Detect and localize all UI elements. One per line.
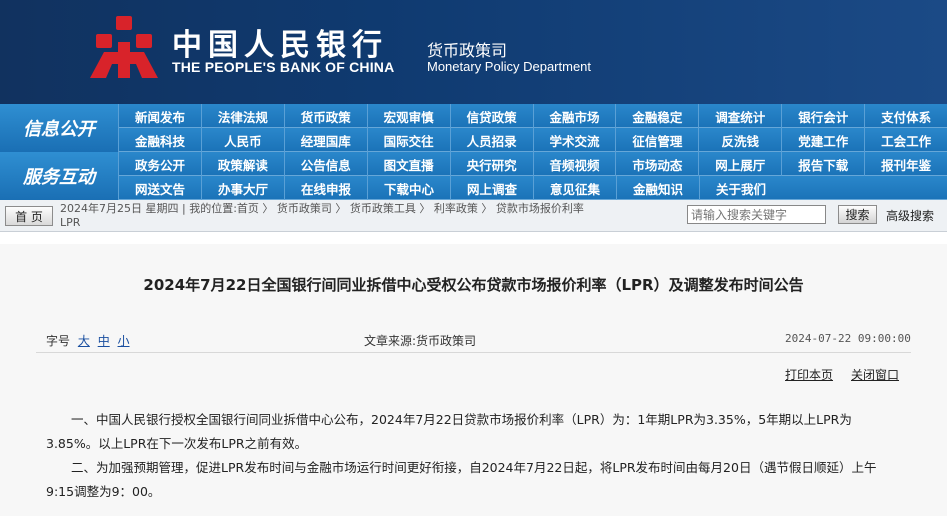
breadcrumb-item[interactable]: 利率政策 (434, 202, 478, 215)
article-date: 2024-07-22 09:00:00 (785, 332, 911, 345)
nav-item[interactable]: 政务公开 (118, 152, 201, 176)
article-source: 文章来源:货币政策司 (364, 334, 477, 348)
article-area: 2024年7月22日全国银行间同业拆借中心受权公布贷款市场报价利率（LPR）及调… (0, 244, 947, 516)
nav-item[interactable]: 政策解读 (200, 152, 284, 176)
breadcrumb-item[interactable]: 贷款市场报价利率 (496, 202, 584, 215)
bank-name-en: THE PEOPLE'S BANK OF CHINA (172, 59, 395, 75)
nav-item[interactable]: 金融稳定 (615, 104, 698, 128)
nav-item[interactable]: 网上展厅 (698, 152, 781, 176)
nav-item[interactable]: 反洗钱 (698, 128, 781, 152)
nav-item[interactable]: 关于我们 (699, 176, 782, 200)
nav-item[interactable]: 支付体系 (864, 104, 947, 128)
site-header: 中国人民银行 THE PEOPLE'S BANK OF CHINA 货币政策司 … (0, 0, 947, 104)
nav-item[interactable]: 报刊年鉴 (864, 152, 947, 176)
nav-item[interactable]: 意见征集 (533, 176, 616, 200)
nav-item[interactable]: 在线申报 (284, 176, 367, 200)
nav-item[interactable]: 信贷政策 (449, 104, 533, 128)
nav-item[interactable]: 党建工作 (781, 128, 864, 152)
home-button[interactable]: 首 页 (5, 206, 53, 226)
breadcrumb-item[interactable]: 货币政策工具 (350, 202, 416, 215)
nav-item[interactable]: 下载中心 (367, 176, 450, 200)
font-small-link[interactable]: 小 (118, 334, 130, 348)
article-paragraph: 二、为加强预期管理，促进LPR发布时间与金融市场运行时间更好衔接，自2024年7… (46, 460, 877, 499)
nav-item[interactable]: 市场动态 (615, 152, 698, 176)
search-input[interactable] (687, 205, 826, 224)
article-body: 一、中国人民银行授权全国银行间同业拆借中心公布，2024年7月22日贷款市场报价… (46, 408, 904, 504)
pboc-emblem-icon (90, 16, 158, 78)
font-medium-link[interactable]: 中 (98, 334, 110, 348)
nav-item[interactable]: 图文直播 (366, 152, 450, 176)
dept-name-en: Monetary Policy Department (427, 59, 592, 74)
nav-grid: 新闻发布 法律法规 货币政策 宏观审慎 信贷政策 金融市场 金融稳定 调查统计 … (118, 104, 947, 200)
nav-row-3: 政务公开 政策解读 公告信息 图文直播 央行研究 音频视频 市场动态 网上展厅 … (118, 152, 947, 176)
print-page-link[interactable]: 打印本页 (785, 366, 833, 383)
nav-label-service: 服务互动 (0, 152, 118, 200)
breadcrumb-item-tail[interactable]: LPR (60, 216, 80, 229)
close-window-link[interactable]: 关闭窗口 (851, 366, 899, 383)
current-date: 2024年7月25日 星期四 (60, 202, 179, 215)
nav-item[interactable]: 金融市场 (532, 104, 616, 128)
nav-item[interactable]: 学术交流 (532, 128, 616, 152)
search-button[interactable]: 搜索 (838, 205, 877, 224)
nav-item[interactable]: 人员招录 (449, 128, 533, 152)
nav-item[interactable]: 公告信息 (283, 152, 367, 176)
nav-item[interactable]: 货币政策 (283, 104, 367, 128)
breadcrumb-item[interactable]: 货币政策司 (277, 202, 332, 215)
nav-item[interactable]: 银行会计 (781, 104, 864, 128)
dept-name-cn: 货币政策司 (427, 41, 508, 60)
font-size-label: 字号 (46, 334, 71, 348)
nav-item[interactable]: 国际交往 (366, 128, 450, 152)
nav-item[interactable]: 办事大厅 (201, 176, 284, 200)
nav-item[interactable]: 征信管理 (615, 128, 698, 152)
article-paragraph: 一、中国人民银行授权全国银行间同业拆借中心公布，2024年7月22日贷款市场报价… (46, 412, 852, 451)
nav-item[interactable]: 音频视频 (532, 152, 616, 176)
nav-row-1: 新闻发布 法律法规 货币政策 宏观审慎 信贷政策 金融市场 金融稳定 调查统计 … (118, 104, 947, 128)
nav-item[interactable]: 央行研究 (449, 152, 533, 176)
nav-item[interactable]: 报告下载 (781, 152, 864, 176)
nav-item[interactable]: 新闻发布 (118, 104, 201, 128)
breadcrumb-bar: 首 页 2024年7月25日 星期四 | 我的位置:首页 〉 货币政策司 〉 货… (0, 200, 947, 232)
divider (36, 352, 911, 353)
nav-item[interactable]: 金融知识 (616, 176, 699, 200)
nav-item[interactable]: 经理国库 (283, 128, 367, 152)
nav-item[interactable]: 网送文告 (118, 176, 201, 200)
nav-row-4: 网送文告 办事大厅 在线申报 下载中心 网上调查 意见征集 金融知识 关于我们 (118, 176, 947, 200)
advanced-search-link[interactable]: 高级搜索 (886, 207, 934, 224)
font-size-controls: 字号 大 中 小 (46, 332, 130, 349)
article-title: 2024年7月22日全国银行间同业拆借中心受权公布贷款市场报价利率（LPR）及调… (143, 276, 804, 294)
nav-item[interactable]: 法律法规 (200, 104, 284, 128)
nav-item[interactable]: 工会工作 (864, 128, 947, 152)
nav-item[interactable]: 网上调查 (450, 176, 533, 200)
main-nav: 信息公开 服务互动 新闻发布 法律法规 货币政策 宏观审慎 信贷政策 金融市场 … (0, 104, 947, 200)
nav-row-2: 金融科技 人民币 经理国库 国际交往 人员招录 学术交流 征信管理 反洗钱 党建… (118, 128, 947, 152)
nav-label-info: 信息公开 (0, 104, 118, 152)
breadcrumb: 2024年7月25日 星期四 | 我的位置:首页 〉 货币政策司 〉 货币政策工… (60, 202, 584, 229)
nav-item[interactable]: 宏观审慎 (366, 104, 450, 128)
nav-item[interactable]: 调查统计 (698, 104, 781, 128)
nav-item[interactable]: 金融科技 (118, 128, 201, 152)
font-large-link[interactable]: 大 (78, 334, 90, 348)
breadcrumb-location[interactable]: 我的位置:首页 (189, 202, 259, 215)
bank-name-cn: 中国人民银行 (172, 28, 388, 63)
nav-item[interactable]: 人民币 (200, 128, 284, 152)
